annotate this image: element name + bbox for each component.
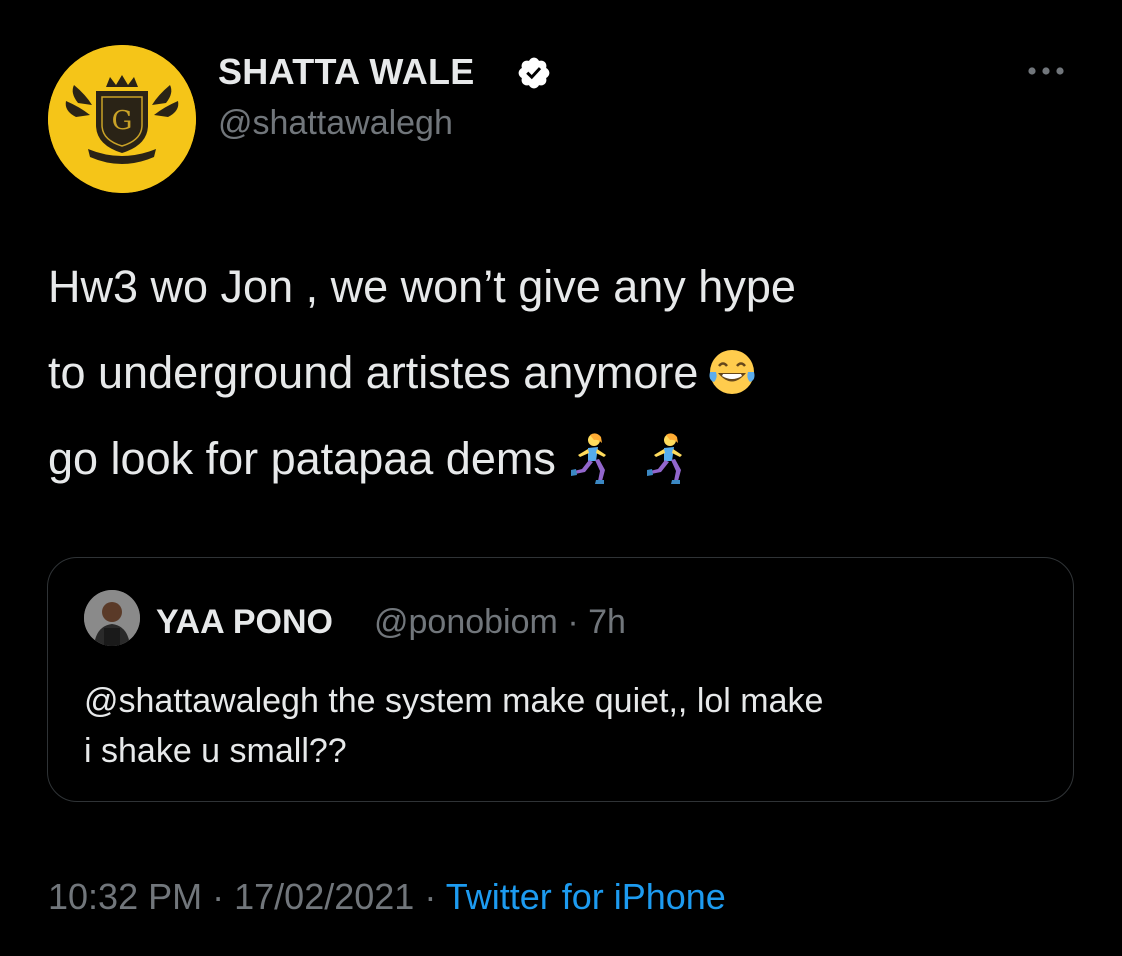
tweet-text: Hw3 wo Jon , we won’t give any hype to u… xyxy=(48,244,1078,502)
svg-text:G: G xyxy=(112,106,133,136)
tweet-time: 10:32 PM xyxy=(48,876,203,917)
quoted-author-avatar[interactable] xyxy=(84,590,140,646)
author-handle[interactable]: @shattawalegh xyxy=(218,103,453,143)
quoted-author-meta: @ponobiom · 7h xyxy=(374,602,626,642)
verified-badge-icon xyxy=(518,57,550,89)
meta-separator: · xyxy=(567,603,579,641)
quoted-author-name[interactable]: YAA PONO xyxy=(156,602,333,642)
quoted-tweet-card[interactable]: YAA PONO @ponobiom · 7h @shattawalegh th… xyxy=(47,557,1074,802)
metadata-separator: · xyxy=(212,876,225,917)
tweet-detail: G SHATTA WALE @shattawalegh Hw3 wo Jon ,… xyxy=(0,0,1122,956)
tweet-text-line: to underground artistes anymore xyxy=(48,330,1078,416)
tweet-text-line: go look for patapaa dems xyxy=(48,416,1078,502)
quoted-text-line: i shake u small?? xyxy=(84,732,347,770)
quoted-text-line: @shattawalegh the system make quiet,, lo… xyxy=(84,682,824,720)
metadata-separator: · xyxy=(424,876,437,917)
tweet-text-fragment: to underground artistes anymore xyxy=(48,347,699,398)
quoted-tweet-text: @shattawalegh the system make quiet,, lo… xyxy=(84,676,1044,776)
quoted-author-handle[interactable]: @ponobiom xyxy=(374,603,558,641)
author-name[interactable]: SHATTA WALE xyxy=(218,52,475,92)
author-avatar[interactable]: G xyxy=(48,45,196,193)
person-photo-icon xyxy=(84,590,140,646)
tweet-metadata: 10:32 PM · 17/02/2021 · Twitter for iPho… xyxy=(48,875,726,919)
tweet-text-fragment: go look for patapaa dems xyxy=(48,433,556,484)
woman-running-emoji-icon xyxy=(570,433,606,485)
tweet-source-link[interactable]: Twitter for iPhone xyxy=(446,876,726,917)
more-options-icon[interactable] xyxy=(1022,56,1070,86)
tweet-text-line: Hw3 wo Jon , we won’t give any hype xyxy=(48,261,796,312)
tweet-date: 17/02/2021 xyxy=(234,876,415,917)
laughing-tears-emoji-icon xyxy=(709,350,755,395)
woman-running-emoji-icon xyxy=(646,433,682,485)
crest-logo-icon: G xyxy=(48,45,196,193)
quoted-tweet-time: 7h xyxy=(588,603,626,641)
